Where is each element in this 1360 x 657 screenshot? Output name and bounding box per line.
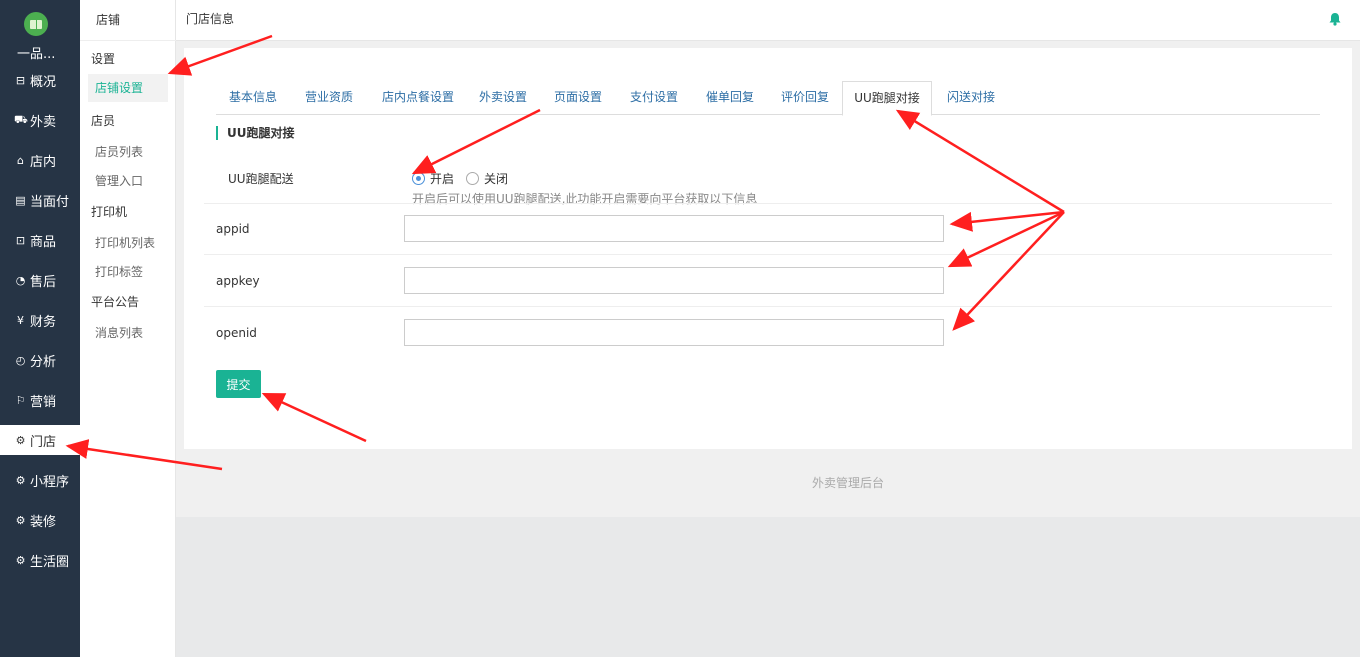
analysis-icon: ◴ <box>15 353 26 367</box>
face-pay-icon: ▤ <box>15 193 26 207</box>
nav-item-finance[interactable]: ¥ 财务 <box>0 305 80 335</box>
nav-item-label: 当面付 <box>30 194 70 210</box>
nav-item-analysis[interactable]: ◴ 分析 <box>0 345 80 375</box>
tab-reminder-reply[interactable]: 催单回复 <box>693 81 767 115</box>
subnav-title: 店铺 <box>80 0 176 41</box>
store-icon: ⌂ <box>17 153 24 167</box>
tab-uu-errand[interactable]: UU跑腿对接 <box>842 81 932 116</box>
appid-label: appid <box>216 222 250 236</box>
nav-item-label: 财务 <box>30 314 57 330</box>
radio-unchecked-icon[interactable] <box>466 172 479 185</box>
nav-item-label: 店内 <box>30 154 57 170</box>
nav-item-label: 装修 <box>30 514 57 530</box>
nav-item-label: 营销 <box>30 394 57 410</box>
goods-icon: ⊡ <box>15 233 26 247</box>
nav-item-overview[interactable]: ⊟ 概况 <box>0 65 80 95</box>
subnav-group-settings: 设置 <box>91 52 116 66</box>
submit-button[interactable]: 提交 <box>216 370 261 398</box>
divider <box>204 203 1332 204</box>
subnav-group-printer: 打印机 <box>91 205 128 219</box>
nav-item-label: 售后 <box>30 274 57 290</box>
nav-item-takeout[interactable]: ⛟ 外卖 <box>0 105 80 135</box>
dashboard-icon: ⊟ <box>15 73 26 87</box>
tab-page-settings[interactable]: 页面设置 <box>541 81 615 115</box>
radio-enable[interactable]: 开启 <box>412 170 454 187</box>
help-text: 开启后可以使用UU跑腿配送,此功能开启需要向平台获取以下信息 <box>412 192 758 206</box>
subnav-item-staff-list[interactable]: 店员列表 <box>95 143 143 160</box>
footer-text: 外卖管理后台 <box>811 476 884 490</box>
tab-takeout-settings[interactable]: 外卖设置 <box>469 81 537 115</box>
top-header: 门店信息 <box>176 0 1360 41</box>
after-sales-icon: ◔ <box>15 273 26 287</box>
nav-item-label: 商品 <box>30 234 57 250</box>
logo-icon[interactable] <box>24 12 48 36</box>
tab-dine-in-settings[interactable]: 店内点餐设置 <box>368 81 468 115</box>
shop-gear-icon: ⚙ <box>15 433 26 447</box>
subnav-item-shop-settings[interactable]: 店铺设置 <box>88 74 168 102</box>
main-nav: 一品... ⊟ 概况 ⛟ 外卖 ⌂ 店内 ▤ 当面付 ⊡ 商品 ◔ 售后 ¥ 财… <box>0 0 80 657</box>
tab-review-reply[interactable]: 评价回复 <box>768 81 842 115</box>
subnav-group-staff: 店员 <box>91 114 116 128</box>
bell-icon[interactable] <box>1328 12 1342 26</box>
tab-shansong[interactable]: 闪送对接 <box>936 81 1006 115</box>
subnav-group-notice: 平台公告 <box>91 295 140 309</box>
subnav-item-message-list[interactable]: 消息列表 <box>95 324 143 341</box>
radio-enable-label: 开启 <box>430 172 455 186</box>
subnav-item-print-label[interactable]: 打印标签 <box>95 263 143 280</box>
openid-label: openid <box>216 326 257 340</box>
tab-license[interactable]: 营业资质 <box>292 81 366 115</box>
divider <box>204 306 1332 307</box>
marketing-icon: ⚐ <box>15 393 26 407</box>
nav-item-goods[interactable]: ⊡ 商品 <box>0 225 80 255</box>
nav-item-dine-in[interactable]: ⌂ 店内 <box>0 145 80 175</box>
divider <box>204 254 1332 255</box>
nav-item-face-pay[interactable]: ▤ 当面付 <box>0 185 80 215</box>
page-title: 门店信息 <box>186 12 235 26</box>
nav-item-label: 分析 <box>30 354 57 370</box>
uu-delivery-label: UU跑腿配送 <box>228 172 294 186</box>
settings-tabs: 基本信息 营业资质 店内点餐设置 外卖设置 页面设置 支付设置 催单回复 评价回… <box>216 81 1320 116</box>
life-gear-icon: ⚙ <box>15 553 26 567</box>
nav-item-decor[interactable]: ⚙ 装修 <box>0 505 80 535</box>
nav-item-label: 外卖 <box>30 114 57 130</box>
nav-item-label: 门店 <box>30 434 57 450</box>
radio-checked-icon[interactable] <box>412 172 425 185</box>
appkey-label: appkey <box>216 274 260 288</box>
subnav-item-admin-entry[interactable]: 管理入口 <box>95 172 143 189</box>
nav-item-life-circle[interactable]: ⚙ 生活圈 <box>0 545 80 575</box>
decor-gear-icon: ⚙ <box>15 513 26 527</box>
openid-field[interactable] <box>404 319 944 346</box>
delivery-icon: ⛟ <box>14 112 28 126</box>
appid-field[interactable] <box>404 215 944 242</box>
finance-icon: ¥ <box>17 313 24 327</box>
page-background <box>176 517 1360 657</box>
nav-item-marketing[interactable]: ⚐ 营销 <box>0 385 80 415</box>
nav-item-label: 生活圈 <box>30 554 70 570</box>
tab-basic-info[interactable]: 基本信息 <box>216 81 290 115</box>
radio-disable[interactable]: 关闭 <box>466 170 508 187</box>
subnav-item-printer-list[interactable]: 打印机列表 <box>95 234 155 251</box>
appkey-field[interactable] <box>404 267 944 294</box>
brand-name: 一品... <box>17 47 56 62</box>
nav-item-label: 概况 <box>30 74 57 90</box>
radio-disable-label: 关闭 <box>484 172 509 186</box>
nav-item-after-sales[interactable]: ◔ 售后 <box>0 265 80 295</box>
tab-payment-settings[interactable]: 支付设置 <box>617 81 691 115</box>
nav-item-shop[interactable]: ⚙ 门店 <box>0 425 80 455</box>
section-title: UU跑腿对接 <box>216 126 295 140</box>
